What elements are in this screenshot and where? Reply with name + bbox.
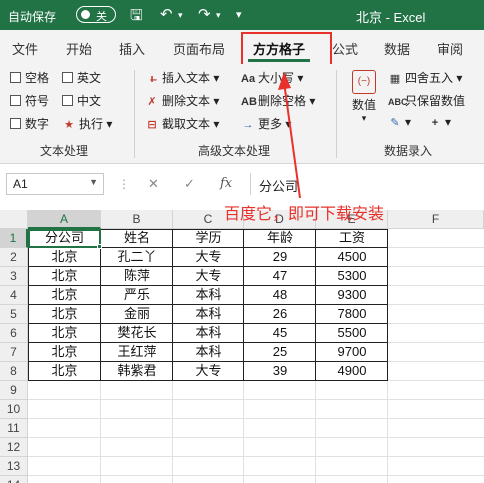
annotation-arrow: [278, 72, 301, 199]
